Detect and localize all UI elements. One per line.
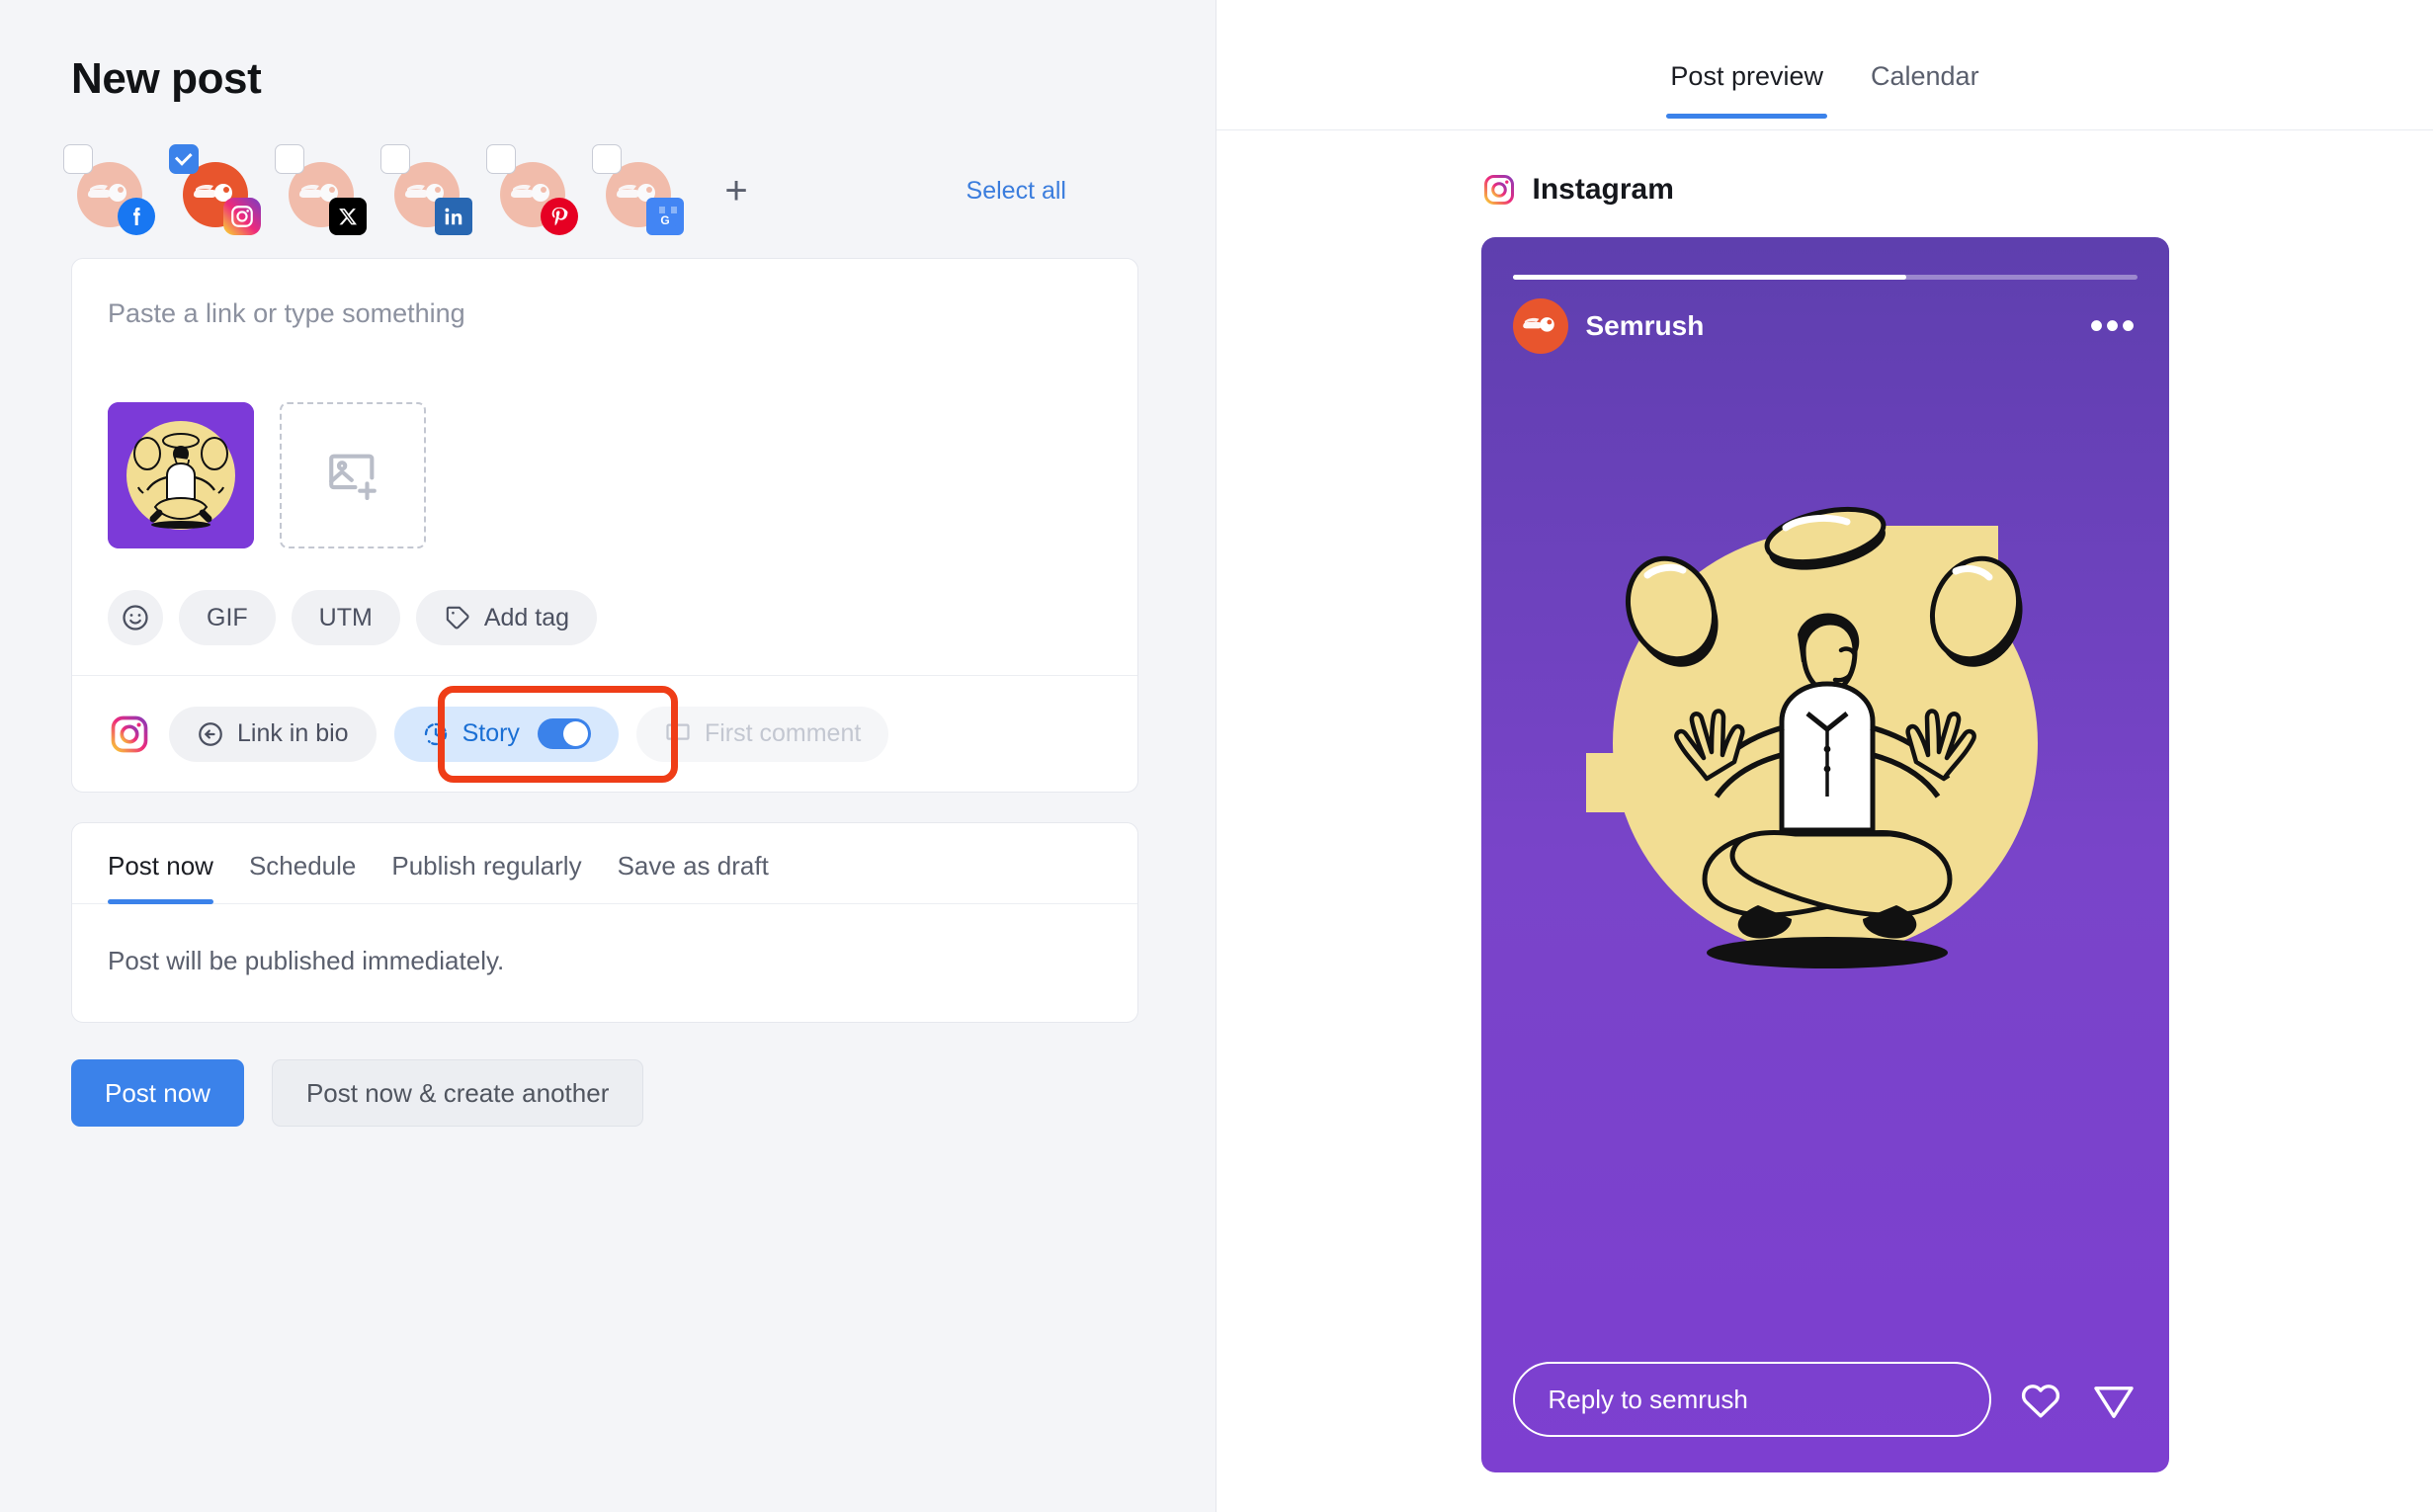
first-comment-button[interactable]: First comment xyxy=(635,706,889,762)
gif-button[interactable]: GIF xyxy=(179,590,276,645)
story-avatar xyxy=(1512,298,1568,354)
link-icon xyxy=(199,721,222,746)
svg-text:G: G xyxy=(660,213,669,227)
emoji-icon xyxy=(123,605,148,630)
page-title: New post xyxy=(71,54,262,103)
gif-label: GIF xyxy=(207,603,248,631)
story-progress-bar xyxy=(1512,275,2138,280)
account-chip-linkedin[interactable] xyxy=(380,144,472,235)
network-options-row: Link in bio Story First comment xyxy=(72,675,1137,792)
story-toggle-switch[interactable] xyxy=(537,718,591,749)
tab-post-now[interactable]: Post now xyxy=(108,823,213,904)
google-business-icon: G xyxy=(646,198,684,235)
add-account-button[interactable]: + xyxy=(713,168,759,213)
account-chip-x[interactable] xyxy=(275,144,367,235)
story-progress-fill xyxy=(1512,275,1906,280)
media-attachments xyxy=(108,402,1102,566)
comment-icon xyxy=(666,723,690,744)
post-now-create-another-button[interactable]: Post now & create another xyxy=(271,1059,644,1127)
facebook-icon xyxy=(118,198,155,235)
heart-icon[interactable] xyxy=(2017,1376,2064,1423)
composer-toolbar: GIF UTM Add tag xyxy=(108,566,1102,675)
tag-icon xyxy=(446,606,469,630)
tab-schedule[interactable]: Schedule xyxy=(249,823,356,903)
story-label: Story xyxy=(461,719,520,747)
preview-tabs: Post preview Calendar xyxy=(1216,0,2433,130)
story-toggle-chip[interactable]: Story xyxy=(393,706,619,762)
action-buttons: Post now Post now & create another xyxy=(71,1059,1216,1127)
media-thumbnail[interactable] xyxy=(108,402,254,548)
x-twitter-icon xyxy=(329,198,367,235)
story-reply-input[interactable]: Reply to semrush xyxy=(1512,1362,1991,1437)
account-checkbox-instagram[interactable] xyxy=(169,144,199,174)
link-in-bio-button[interactable]: Link in bio xyxy=(169,706,377,762)
meditation-illustration xyxy=(1585,506,2038,968)
preview-network-header: Instagram xyxy=(1481,172,2169,208)
linkedin-icon xyxy=(435,198,472,235)
tab-save-as-draft[interactable]: Save as draft xyxy=(618,823,769,903)
tab-publish-regularly[interactable]: Publish regularly xyxy=(391,823,581,903)
story-artwork xyxy=(1481,466,2169,1020)
composer-body: Paste a link or type something GIF UTM A… xyxy=(72,259,1137,675)
send-icon[interactable] xyxy=(2090,1376,2138,1423)
tab-post-preview[interactable]: Post preview xyxy=(1666,61,1827,119)
tab-calendar[interactable]: Calendar xyxy=(1871,61,1979,119)
instagram-icon xyxy=(223,198,261,235)
account-chip-facebook[interactable] xyxy=(63,144,155,235)
add-image-icon xyxy=(329,454,377,501)
preview-content: Instagram Semrush ••• Reply to semrush xyxy=(1216,130,2433,1472)
account-selector: G + Select all xyxy=(63,144,1138,236)
post-now-button[interactable]: Post now xyxy=(71,1059,244,1127)
first-comment-label: First comment xyxy=(704,719,862,747)
emoji-button[interactable] xyxy=(108,590,163,645)
preview-network-label: Instagram xyxy=(1532,173,1674,206)
account-checkbox-facebook[interactable] xyxy=(63,144,93,174)
add-tag-label: Add tag xyxy=(483,603,570,631)
utm-label: UTM xyxy=(318,603,373,631)
schedule-note: Post will be published immediately. xyxy=(108,946,505,975)
instagram-icon xyxy=(111,715,148,752)
account-chip-instagram[interactable] xyxy=(169,144,261,235)
utm-button[interactable]: UTM xyxy=(291,590,400,645)
pinterest-icon xyxy=(541,198,578,235)
account-checkbox-google-business[interactable] xyxy=(592,144,622,174)
account-checkbox-linkedin[interactable] xyxy=(380,144,410,174)
schedule-card: Post now Schedule Publish regularly Save… xyxy=(71,822,1138,1023)
account-checkbox-pinterest[interactable] xyxy=(486,144,516,174)
post-text-input[interactable]: Paste a link or type something xyxy=(108,295,1102,402)
more-options-icon[interactable]: ••• xyxy=(2089,306,2137,346)
story-header: Semrush ••• xyxy=(1512,298,2138,354)
add-media-button[interactable] xyxy=(280,402,426,548)
select-all-link[interactable]: Select all xyxy=(966,177,1066,206)
composer-card: Paste a link or type something GIF UTM A… xyxy=(71,258,1138,793)
story-clock-icon xyxy=(424,722,447,745)
preview-pane: Post preview Calendar Instagram Semrush … xyxy=(1216,0,2433,1512)
account-checkbox-x[interactable] xyxy=(275,144,304,174)
story-footer: Reply to semrush xyxy=(1512,1362,2138,1437)
account-chip-google-business[interactable]: G xyxy=(592,144,684,235)
composer-pane: New post G + Select all Paste a link or … xyxy=(0,0,1216,1512)
story-preview: Semrush ••• Reply to semrush xyxy=(1480,237,2169,1472)
link-in-bio-label: Link in bio xyxy=(237,719,349,747)
add-tag-button[interactable]: Add tag xyxy=(415,590,598,645)
app-root: New post G + Select all Paste a link or … xyxy=(0,0,2433,1512)
schedule-tabs: Post now Schedule Publish regularly Save… xyxy=(72,823,1137,904)
instagram-icon xyxy=(1483,175,1514,205)
story-account-name: Semrush xyxy=(1585,310,1705,341)
account-chip-pinterest[interactable] xyxy=(486,144,578,235)
